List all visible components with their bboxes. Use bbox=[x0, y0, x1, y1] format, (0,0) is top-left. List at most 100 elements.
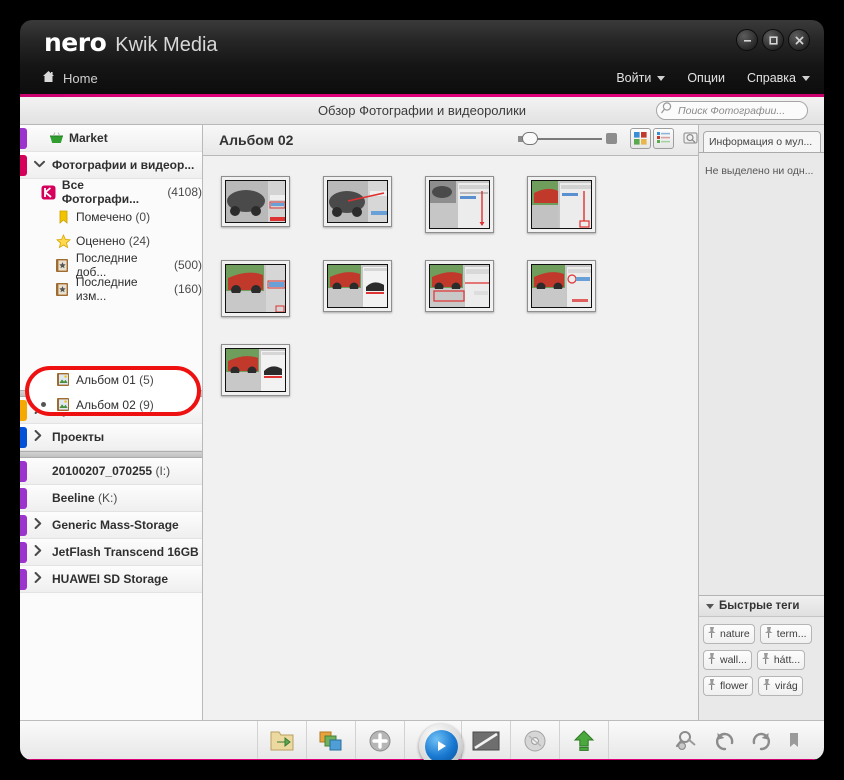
sidebar-item-all-photos[interactable]: Все Фотографи... (4108) bbox=[20, 179, 202, 205]
sidebar-item-rated-label: Оценено bbox=[76, 234, 125, 248]
pin-icon bbox=[761, 678, 772, 694]
chevron-down-icon bbox=[706, 604, 714, 609]
tag-wall[interactable]: wall... bbox=[703, 650, 752, 670]
sidebar-item-recently-added[interactable]: Последние доб... (500) bbox=[20, 253, 202, 277]
sidebar-item-device-huawei[interactable]: HUAWEI SD Storage bbox=[20, 566, 202, 593]
sidebar-item-album-02[interactable]: Альбом 02 (9) bbox=[25, 392, 201, 417]
sidebar-item-flagged[interactable]: Помечено (0) bbox=[20, 205, 202, 229]
sidebar-item-recently-modified-label: Последние изм... bbox=[76, 275, 171, 303]
sidebar-item-recently-added-count: (500) bbox=[174, 258, 202, 272]
thumbnail-6[interactable] bbox=[323, 260, 392, 312]
thumbnail-7[interactable] bbox=[425, 260, 494, 312]
chevron-right-icon[interactable] bbox=[34, 518, 48, 532]
stripe-photos bbox=[20, 155, 27, 176]
tag-magnifier-button[interactable] bbox=[670, 721, 704, 760]
bookmark-button[interactable] bbox=[782, 721, 806, 760]
bottom-accent-divider bbox=[20, 759, 824, 760]
sidebar-item-photos-videos-label: Фотографии и видеор... bbox=[52, 158, 194, 172]
sidebar-item-device-20100207-drive: (I:) bbox=[155, 464, 170, 478]
thumbnail-5[interactable] bbox=[221, 260, 290, 317]
maximize-button[interactable] bbox=[762, 29, 784, 51]
thumbnail-2[interactable] bbox=[323, 176, 392, 227]
play-slideshow-button[interactable] bbox=[419, 724, 463, 760]
tag-virag[interactable]: virág bbox=[758, 676, 803, 696]
tag-virag-label: virág bbox=[775, 680, 798, 692]
search-input[interactable]: Поиск Фотографии... bbox=[656, 101, 808, 120]
selected-dot-icon bbox=[41, 402, 46, 407]
thumbnail-3[interactable] bbox=[425, 176, 494, 233]
content-area: Альбом 02 bbox=[203, 125, 698, 720]
import-folder-button[interactable] bbox=[258, 721, 306, 760]
cart-icon bbox=[48, 132, 65, 145]
thumbnail-4[interactable] bbox=[527, 176, 596, 233]
thumbnail-grid bbox=[203, 156, 698, 720]
rotate-left-button[interactable] bbox=[710, 721, 740, 760]
thumbnail-1[interactable] bbox=[221, 176, 290, 227]
sidebar-item-all-photos-count: (4108) bbox=[167, 185, 202, 199]
tag-row: wall... hátt... bbox=[703, 650, 821, 670]
edit-image-button[interactable] bbox=[462, 721, 510, 760]
thumbnail-row bbox=[221, 176, 698, 233]
search-icon bbox=[661, 101, 675, 120]
main-menu: Войти Опции Справка bbox=[616, 71, 810, 85]
burn-disc-button[interactable] bbox=[511, 721, 559, 760]
sidebar-item-photos-videos[interactable]: Фотографии и видеор... bbox=[20, 152, 202, 179]
chevron-right-icon[interactable] bbox=[34, 430, 48, 444]
sidebar-divider bbox=[20, 451, 202, 458]
sidebar-item-recently-modified[interactable]: Последние изм... (160) bbox=[20, 277, 202, 301]
sidebar-item-album-01-label: Альбом 01 bbox=[76, 373, 136, 387]
close-button[interactable] bbox=[788, 29, 810, 51]
sidebar-item-device-20100207-label: 20100207_070255 bbox=[52, 464, 152, 478]
tab-media-info[interactable]: Информация о мул... bbox=[703, 131, 821, 152]
product-name: Kwik Media bbox=[115, 34, 217, 57]
album-star-icon bbox=[54, 282, 72, 297]
thumbnail-9[interactable] bbox=[221, 344, 290, 396]
detail-view-button[interactable] bbox=[653, 128, 674, 149]
application-window: nero Kwik Media Home bbox=[20, 20, 824, 760]
sidebar-item-market[interactable]: Market bbox=[20, 125, 202, 152]
tag-term[interactable]: term... bbox=[760, 624, 812, 644]
add-button[interactable] bbox=[356, 721, 404, 760]
upload-button[interactable] bbox=[560, 721, 608, 760]
tag-nature[interactable]: nature bbox=[703, 624, 755, 644]
copy-stack-button[interactable] bbox=[307, 721, 355, 760]
sidebar-item-rated[interactable]: Оценено (24) bbox=[20, 229, 202, 253]
sidebar-item-device-generic[interactable]: Generic Mass-Storage bbox=[20, 512, 202, 539]
menu-item-help-label: Справка bbox=[747, 71, 796, 85]
pin-icon bbox=[706, 652, 717, 668]
chevron-right-icon[interactable] bbox=[34, 572, 48, 586]
menu-item-login[interactable]: Войти bbox=[616, 71, 665, 85]
slider-track[interactable] bbox=[528, 138, 602, 140]
stripe-device bbox=[20, 488, 27, 509]
bottom-right-buttons bbox=[670, 721, 806, 760]
home-button[interactable]: Home bbox=[42, 70, 98, 86]
grid-view-button[interactable] bbox=[630, 128, 651, 149]
sidebar-item-device-beeline[interactable]: Beeline (K:) bbox=[20, 485, 202, 512]
sidebar-item-device-20100207[interactable]: 20100207_070255 (I:) bbox=[20, 458, 202, 485]
quick-tags-header[interactable]: Быстрые теги bbox=[699, 595, 824, 617]
star-icon bbox=[54, 234, 72, 249]
sidebar-item-device-beeline-drive: (K:) bbox=[98, 491, 117, 505]
tag-hatt[interactable]: hátt... bbox=[757, 650, 805, 670]
sidebar-item-device-jetflash[interactable]: JetFlash Transcend 16GB bbox=[20, 539, 202, 566]
chevron-right-icon[interactable] bbox=[34, 545, 48, 559]
stripe-device bbox=[20, 569, 27, 590]
sidebar-item-projects[interactable]: Проекты bbox=[20, 424, 202, 451]
slider-knob[interactable] bbox=[522, 132, 538, 145]
bookmark-icon bbox=[54, 210, 72, 225]
brand-name: nero bbox=[44, 28, 106, 57]
tag-flower-label: flower bbox=[720, 680, 748, 692]
menu-item-help[interactable]: Справка bbox=[747, 71, 810, 85]
app-logo: nero Kwik Media bbox=[44, 28, 218, 57]
rotate-right-button[interactable] bbox=[746, 721, 776, 760]
thumbnail-8[interactable] bbox=[527, 260, 596, 312]
stripe-market bbox=[20, 128, 27, 149]
thumbnail-row bbox=[221, 344, 698, 396]
tag-flower[interactable]: flower bbox=[703, 676, 753, 696]
sidebar-item-album-01[interactable]: Альбом 01 (5) bbox=[25, 367, 201, 392]
sidebar-item-device-beeline-label: Beeline bbox=[52, 491, 95, 505]
minimize-button[interactable] bbox=[736, 29, 758, 51]
thumbnail-size-slider[interactable] bbox=[518, 133, 617, 144]
chevron-down-icon[interactable] bbox=[34, 159, 48, 171]
menu-item-options[interactable]: Опции bbox=[687, 71, 725, 85]
